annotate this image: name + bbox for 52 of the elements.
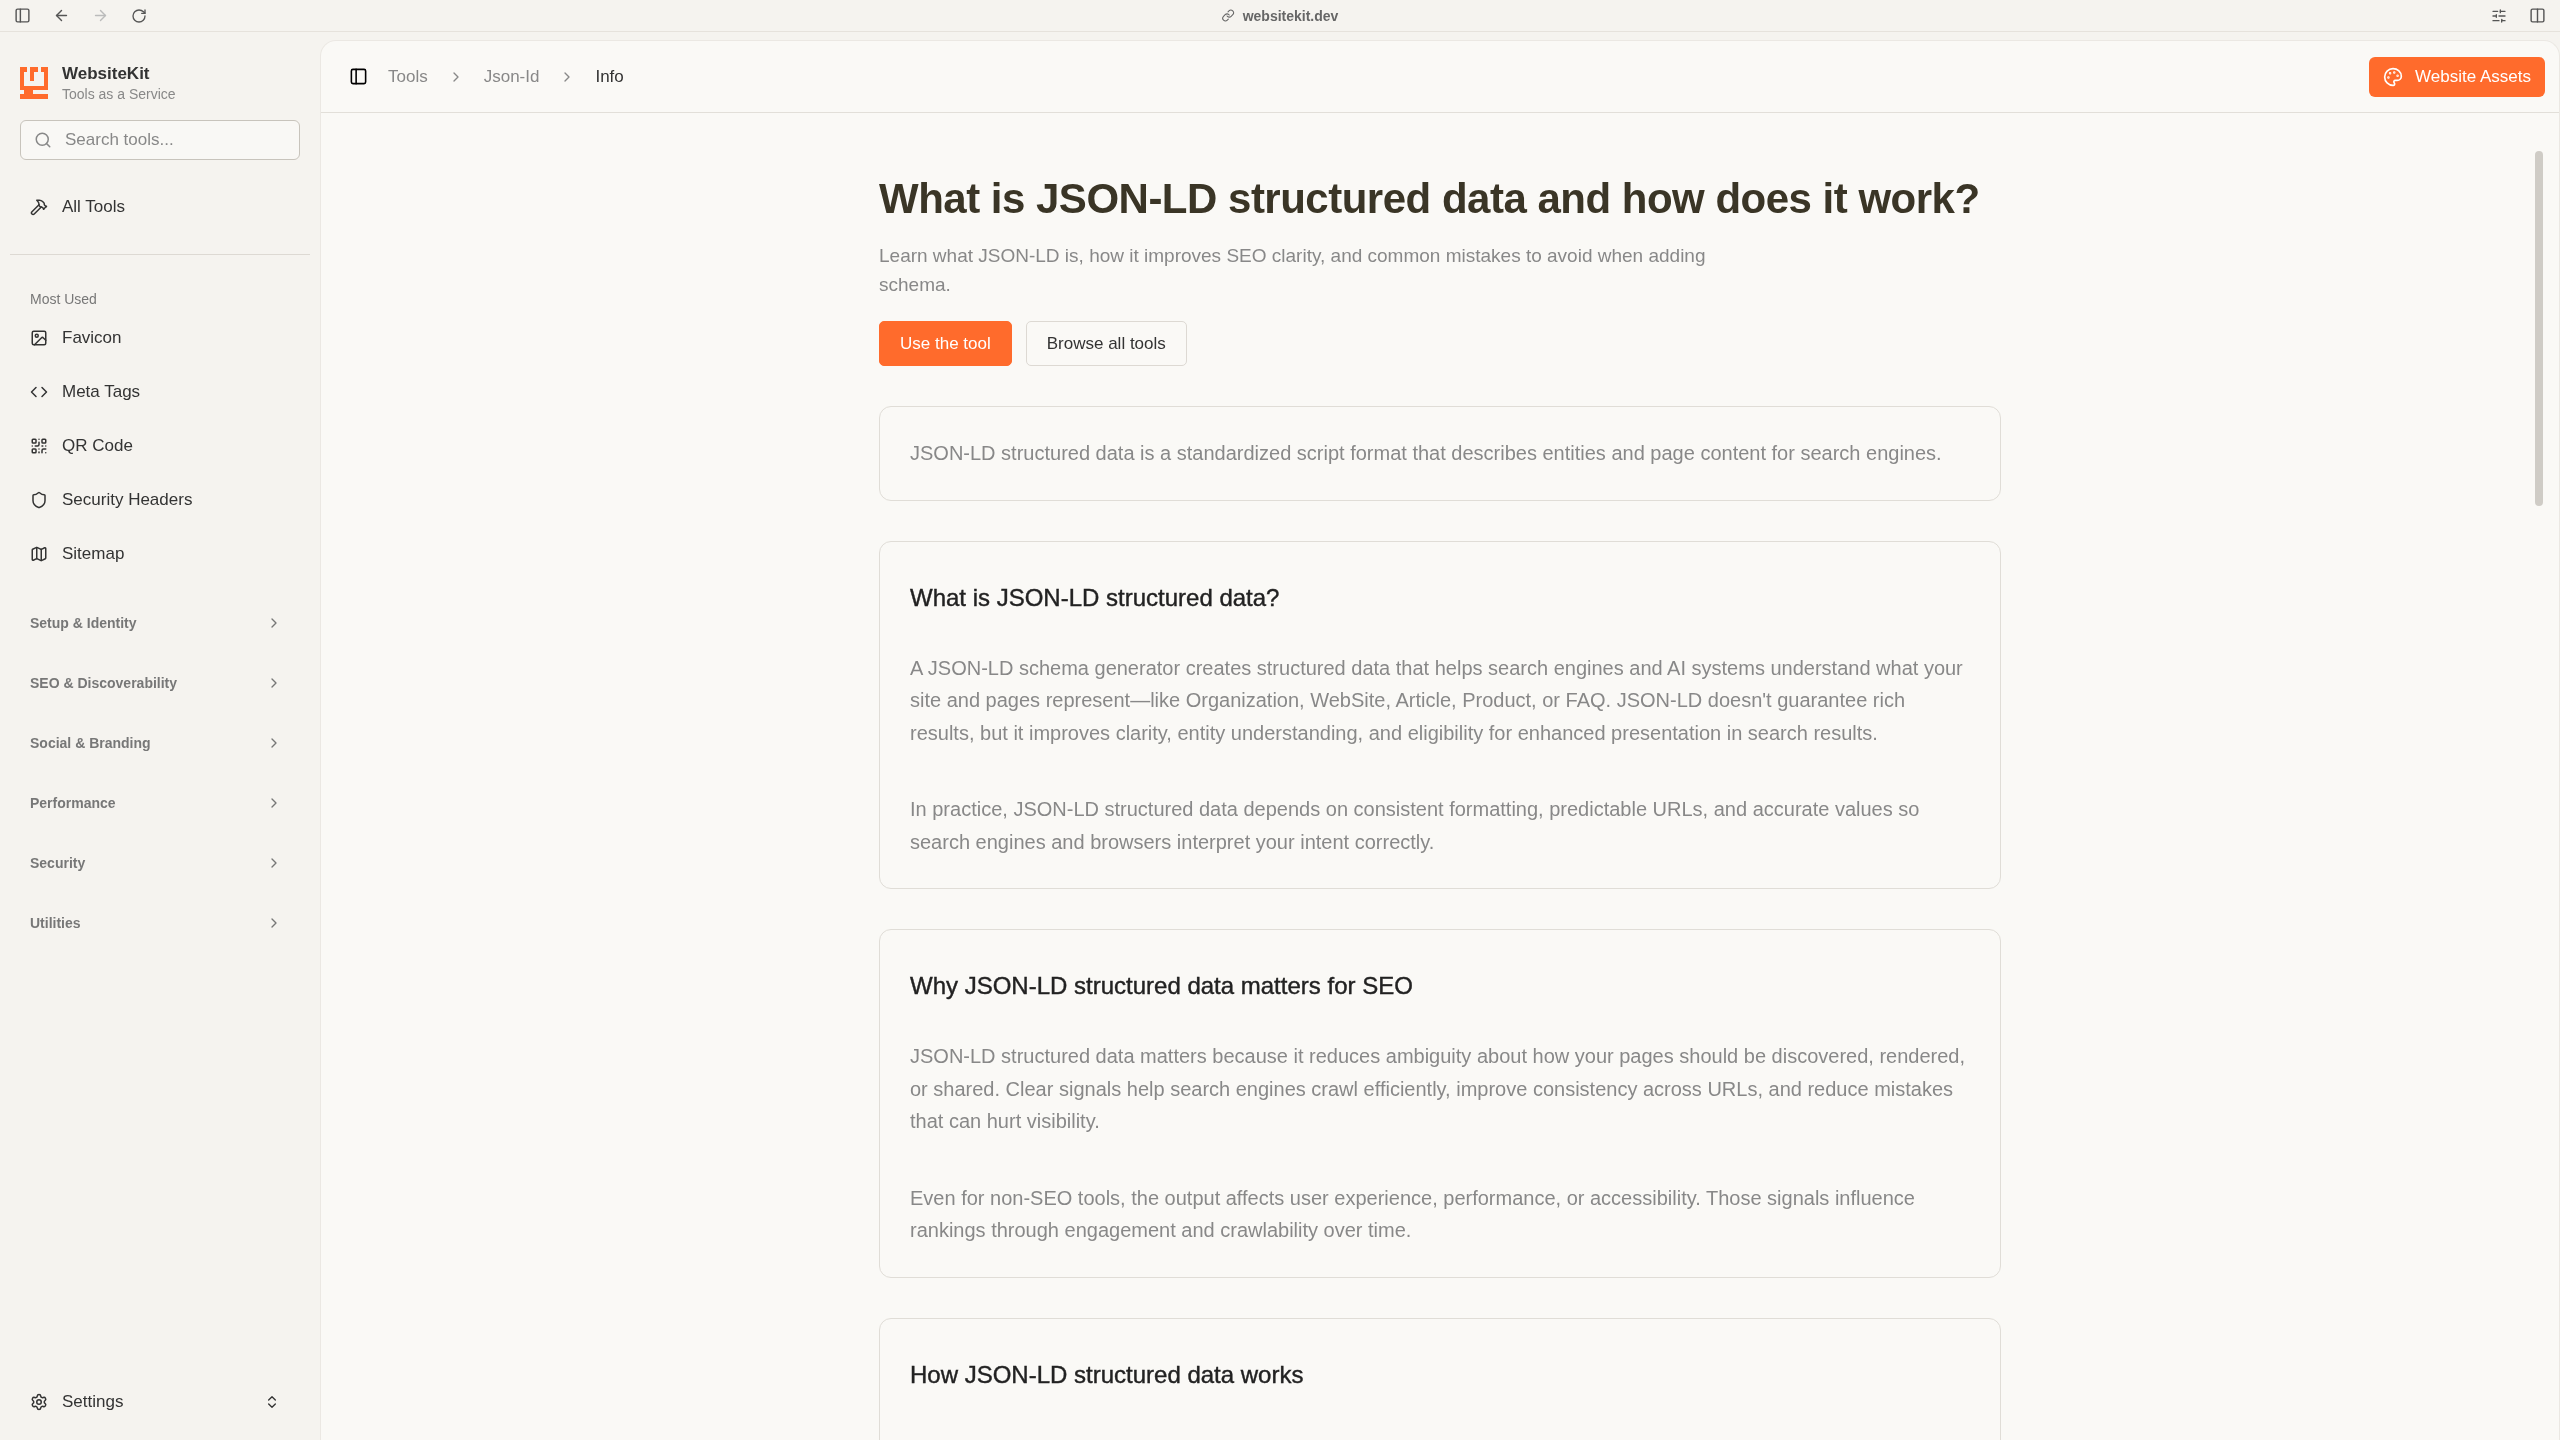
page-title: What is JSON-LD structured data and how does it work? <box>879 174 1981 224</box>
section-heading: Why JSON-LD structured data matters for SEO <box>910 972 1414 1000</box>
sidebar-item[interactable]: Security Headers <box>10 473 310 527</box>
map-icon <box>30 545 48 563</box>
sidebar-group[interactable]: Setup & Identity <box>10 593 310 653</box>
sidebar-group[interactable]: Performance <box>10 773 310 833</box>
scrollbar-thumb[interactable] <box>2535 151 2543 506</box>
sliders-icon[interactable] <box>2491 7 2507 24</box>
reload-icon[interactable] <box>131 7 147 24</box>
brand-name: WebsiteKit <box>62 64 151 84</box>
sidebar-item[interactable]: Sitemap <box>10 527 310 581</box>
website-assets-button[interactable]: Website Assets <box>2369 56 2545 97</box>
palette-icon <box>2383 66 2404 87</box>
breadcrumb-link[interactable]: Json-Id <box>483 66 540 87</box>
paragraph: In practice, JSON-LD structured data depends on consistent formatting, predictable URLs, and accurate values so search engines and browsers interpret your intent correctly. <box>910 797 1921 855</box>
section-heading: What is JSON-LD structured data? <box>910 583 1281 612</box>
shield-icon <box>30 491 48 509</box>
sidebar-item[interactable]: Favicon <box>10 311 310 365</box>
sidebar-item[interactable]: All Tools <box>10 180 310 234</box>
browse-tools-button[interactable]: Browse all tools <box>1025 321 1187 366</box>
search-field[interactable]: Search tools... <box>20 120 300 160</box>
lead-text: Learn what JSON-LD is, how it improves SEO clarity, and common mistakes to avoid when adding schema. <box>879 244 1707 297</box>
sidebar-group[interactable]: SEO & Discoverability <box>10 653 310 713</box>
search-icon <box>34 131 52 149</box>
url-text: websitekit.dev <box>1242 7 1339 24</box>
qr-code-icon <box>30 437 48 455</box>
summary-text: JSON-LD structured data is a standardized script format that describes entities and page content for search engines. <box>910 441 1943 466</box>
sidebar-toggle-icon[interactable] <box>349 67 368 86</box>
paragraph: JSON-LD structured data matters because it reduces ambiguity about how your pages should be discovered, rendered, or shared. Clear signals help search engines crawl efficiently, improve consistency across URLs, and reduce mistakes that can hurt visibility. <box>910 1044 1967 1134</box>
use-tool-button[interactable]: Use the tool <box>879 321 1012 366</box>
sidebar-item[interactable]: QR Code <box>10 419 310 473</box>
sidebar-group[interactable]: Security <box>10 833 310 893</box>
breadcrumb-link[interactable]: Info <box>595 66 624 87</box>
hammer-icon <box>30 198 48 216</box>
split-view-icon[interactable] <box>2529 7 2546 24</box>
logo-icon <box>20 67 48 99</box>
address-bar[interactable]: websitekit.dev <box>1221 7 1339 24</box>
settings-icon <box>30 1393 48 1411</box>
section-label: Most Used <box>29 290 98 309</box>
brand-tagline: Tools as a Service <box>62 86 176 102</box>
paragraph: A JSON-LD schema generator creates structured data that helps search engines and AI systems understand what your site and pages represent—like Organization, WebSite, Article, Product, or FAQ. JSON-LD doesn't guarantee rich results, but it improves clarity, entity understanding, and eligibility for enhanced presentation in search results. <box>910 655 1964 746</box>
back-icon[interactable] <box>53 7 70 24</box>
sidebar-group[interactable]: Social & Branding <box>10 713 310 773</box>
link-icon <box>1221 9 1235 22</box>
section-heading: How JSON-LD structured data works <box>910 1360 1305 1389</box>
paragraph: Even for non-SEO tools, the output affects user experience, performance, or accessibility. Those signals influence rankings through engagement and crawlability over time. <box>910 1185 1916 1243</box>
sidebar-toggle-icon[interactable] <box>14 7 31 24</box>
sidebar-item[interactable]: Meta Tags <box>10 365 310 419</box>
breadcrumb-link[interactable]: Tools <box>388 66 428 87</box>
settings-item[interactable]: Settings <box>10 1372 310 1432</box>
sidebar-group[interactable]: Utilities <box>10 893 310 953</box>
image-icon <box>30 329 48 347</box>
